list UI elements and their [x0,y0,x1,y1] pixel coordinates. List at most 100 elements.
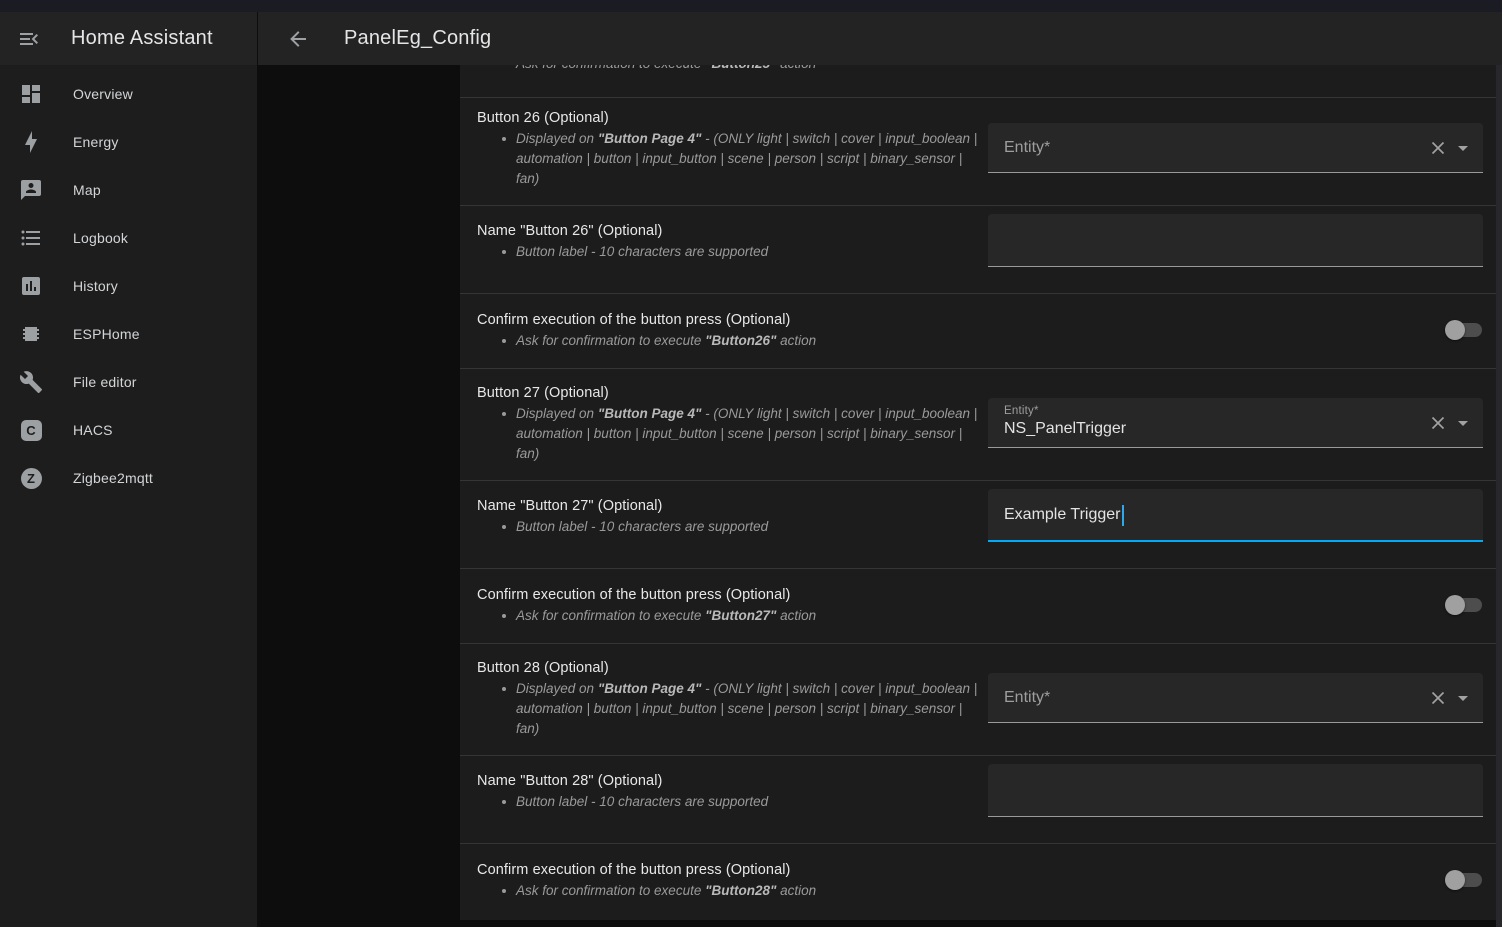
bullet-dot [502,525,506,529]
entity-label: Entity* [1004,405,1039,417]
sidebar-item-history[interactable]: History [0,262,257,310]
page-title: PanelEg_Config [344,27,491,50]
row-divider [460,293,1496,294]
bullet-dot [502,800,506,804]
row-description: Displayed on "Button Page 4" - (ONLY lig… [477,679,982,739]
row-name28-text: Name "Button 28" (Optional) Button label… [477,772,982,812]
toggle-thumb [1445,320,1465,340]
dropdown-caret-icon[interactable] [1458,146,1468,151]
clear-icon[interactable] [1429,414,1447,432]
row-title: Button 28 (Optional) [477,659,982,677]
entity-value: NS_PanelTrigger [1004,420,1126,438]
row-divider [460,368,1496,369]
name-input-button27[interactable]: Example Trigger [988,489,1483,542]
wrench-icon [19,370,43,394]
row-description: Ask for confirmation to execute "Button2… [477,606,982,626]
row-description: Displayed on "Button Page 4" - (ONLY lig… [477,129,982,189]
row-confirm27-text: Confirm execution of the button press (O… [477,586,982,626]
sidebar-item-label: History [73,278,118,294]
chip-icon [19,322,43,346]
sidebar-item-label: Zigbee2mqtt [73,470,153,486]
row-title: Button 26 (Optional) [477,109,982,127]
bullet-dot [502,687,506,691]
sidebar-item-label: Logbook [73,230,128,246]
row-title: Name "Button 27" (Optional) [477,497,982,515]
row-description: Ask for confirmation to execute "Button2… [477,881,982,901]
zigbee-z-icon: Z [19,466,43,490]
row-divider [460,755,1496,756]
sidebar-item-zigbee2mqtt[interactable]: Z Zigbee2mqtt [0,454,257,502]
chart-box-icon [19,274,43,298]
input-value: Example Trigger [1004,489,1121,540]
entity-select-button28[interactable]: Entity* [988,673,1483,723]
row-name27-text: Name "Button 27" (Optional) Button label… [477,497,982,537]
sidebar-item-energy[interactable]: Energy [0,118,257,166]
row-title: Confirm execution of the button press (O… [477,586,982,604]
sidebar: Overview Energy Map Logbook History ESPH… [0,65,257,927]
map-account-icon [19,178,43,202]
row-button26-text: Button 26 (Optional) Displayed on "Butto… [477,109,982,189]
row-description: Ask for confirmation to execute "Button2… [477,331,982,351]
dropdown-caret-icon[interactable] [1458,696,1468,701]
view-dashboard-icon [19,82,43,106]
sidebar-item-hacs[interactable]: C HACS [0,406,257,454]
row-description: Button label - 10 characters are support… [477,792,982,812]
name-input-button28[interactable] [988,764,1483,817]
row-title: Confirm execution of the button press (O… [477,861,982,879]
bullet-dot [502,250,506,254]
row-divider [460,205,1496,206]
sidebar-item-map[interactable]: Map [0,166,257,214]
bullet-dot [502,889,506,893]
sidebar-item-label: Map [73,182,101,198]
entity-label: Entity* [1004,123,1050,173]
scrollbar-track[interactable] [1496,65,1502,927]
sidebar-item-label: ESPHome [73,326,140,342]
row-description: Displayed on "Button Page 4" - (ONLY lig… [477,404,982,464]
lightning-bolt-icon [19,130,43,154]
row-divider [460,568,1496,569]
app-title: Home Assistant [71,27,213,50]
row-title: Name "Button 28" (Optional) [477,772,982,790]
sidebar-item-logbook[interactable]: Logbook [0,214,257,262]
row-divider [460,97,1496,98]
confirm-toggle-button26[interactable] [1448,323,1482,337]
page-header: PanelEg_Config [257,12,1502,65]
browser-top-strip [0,0,1502,12]
bullet-dot [502,339,506,343]
list-bulleted-icon [19,226,43,250]
bullet-dot [502,137,506,141]
row-confirm26-text: Confirm execution of the button press (O… [477,311,982,351]
sidebar-item-label: HACS [73,422,113,438]
text-cursor [1122,505,1124,526]
name-input-button26[interactable] [988,214,1483,267]
hacs-c-icon: C [19,418,43,442]
row-divider [460,643,1496,644]
row-title: Button 27 (Optional) [477,384,982,402]
sidebar-item-label: Overview [73,86,133,102]
clear-icon[interactable] [1429,139,1447,157]
entity-select-button26[interactable]: Entity* [988,123,1483,173]
clipped-confirm-description: Ask for confirmation to execute "Button2… [516,65,816,74]
entity-label: Entity* [1004,673,1050,723]
row-button27-text: Button 27 (Optional) Displayed on "Butto… [477,384,982,464]
clear-icon[interactable] [1429,689,1447,707]
row-confirm28-text: Confirm execution of the button press (O… [477,861,982,901]
toggle-thumb [1445,595,1465,615]
back-arrow-icon[interactable] [286,27,310,51]
row-divider [460,480,1496,481]
confirm-toggle-button27[interactable] [1448,598,1482,612]
sidebar-item-esphome[interactable]: ESPHome [0,310,257,358]
dropdown-caret-icon[interactable] [1458,421,1468,426]
sidebar-item-overview[interactable]: Overview [0,70,257,118]
entity-select-button27[interactable]: Entity* NS_PanelTrigger [988,398,1483,448]
menu-open-icon[interactable] [17,27,41,51]
sidebar-item-file-editor[interactable]: File editor [0,358,257,406]
sidebar-item-label: File editor [73,374,137,390]
row-name26-text: Name "Button 26" (Optional) Button label… [477,222,982,262]
row-title: Name "Button 26" (Optional) [477,222,982,240]
sidebar-item-label: Energy [73,134,119,150]
bullet-dot [502,614,506,618]
row-divider [460,843,1496,844]
confirm-toggle-button28[interactable] [1448,873,1482,887]
config-form-card: Ask for confirmation to execute "Button2… [460,65,1496,920]
